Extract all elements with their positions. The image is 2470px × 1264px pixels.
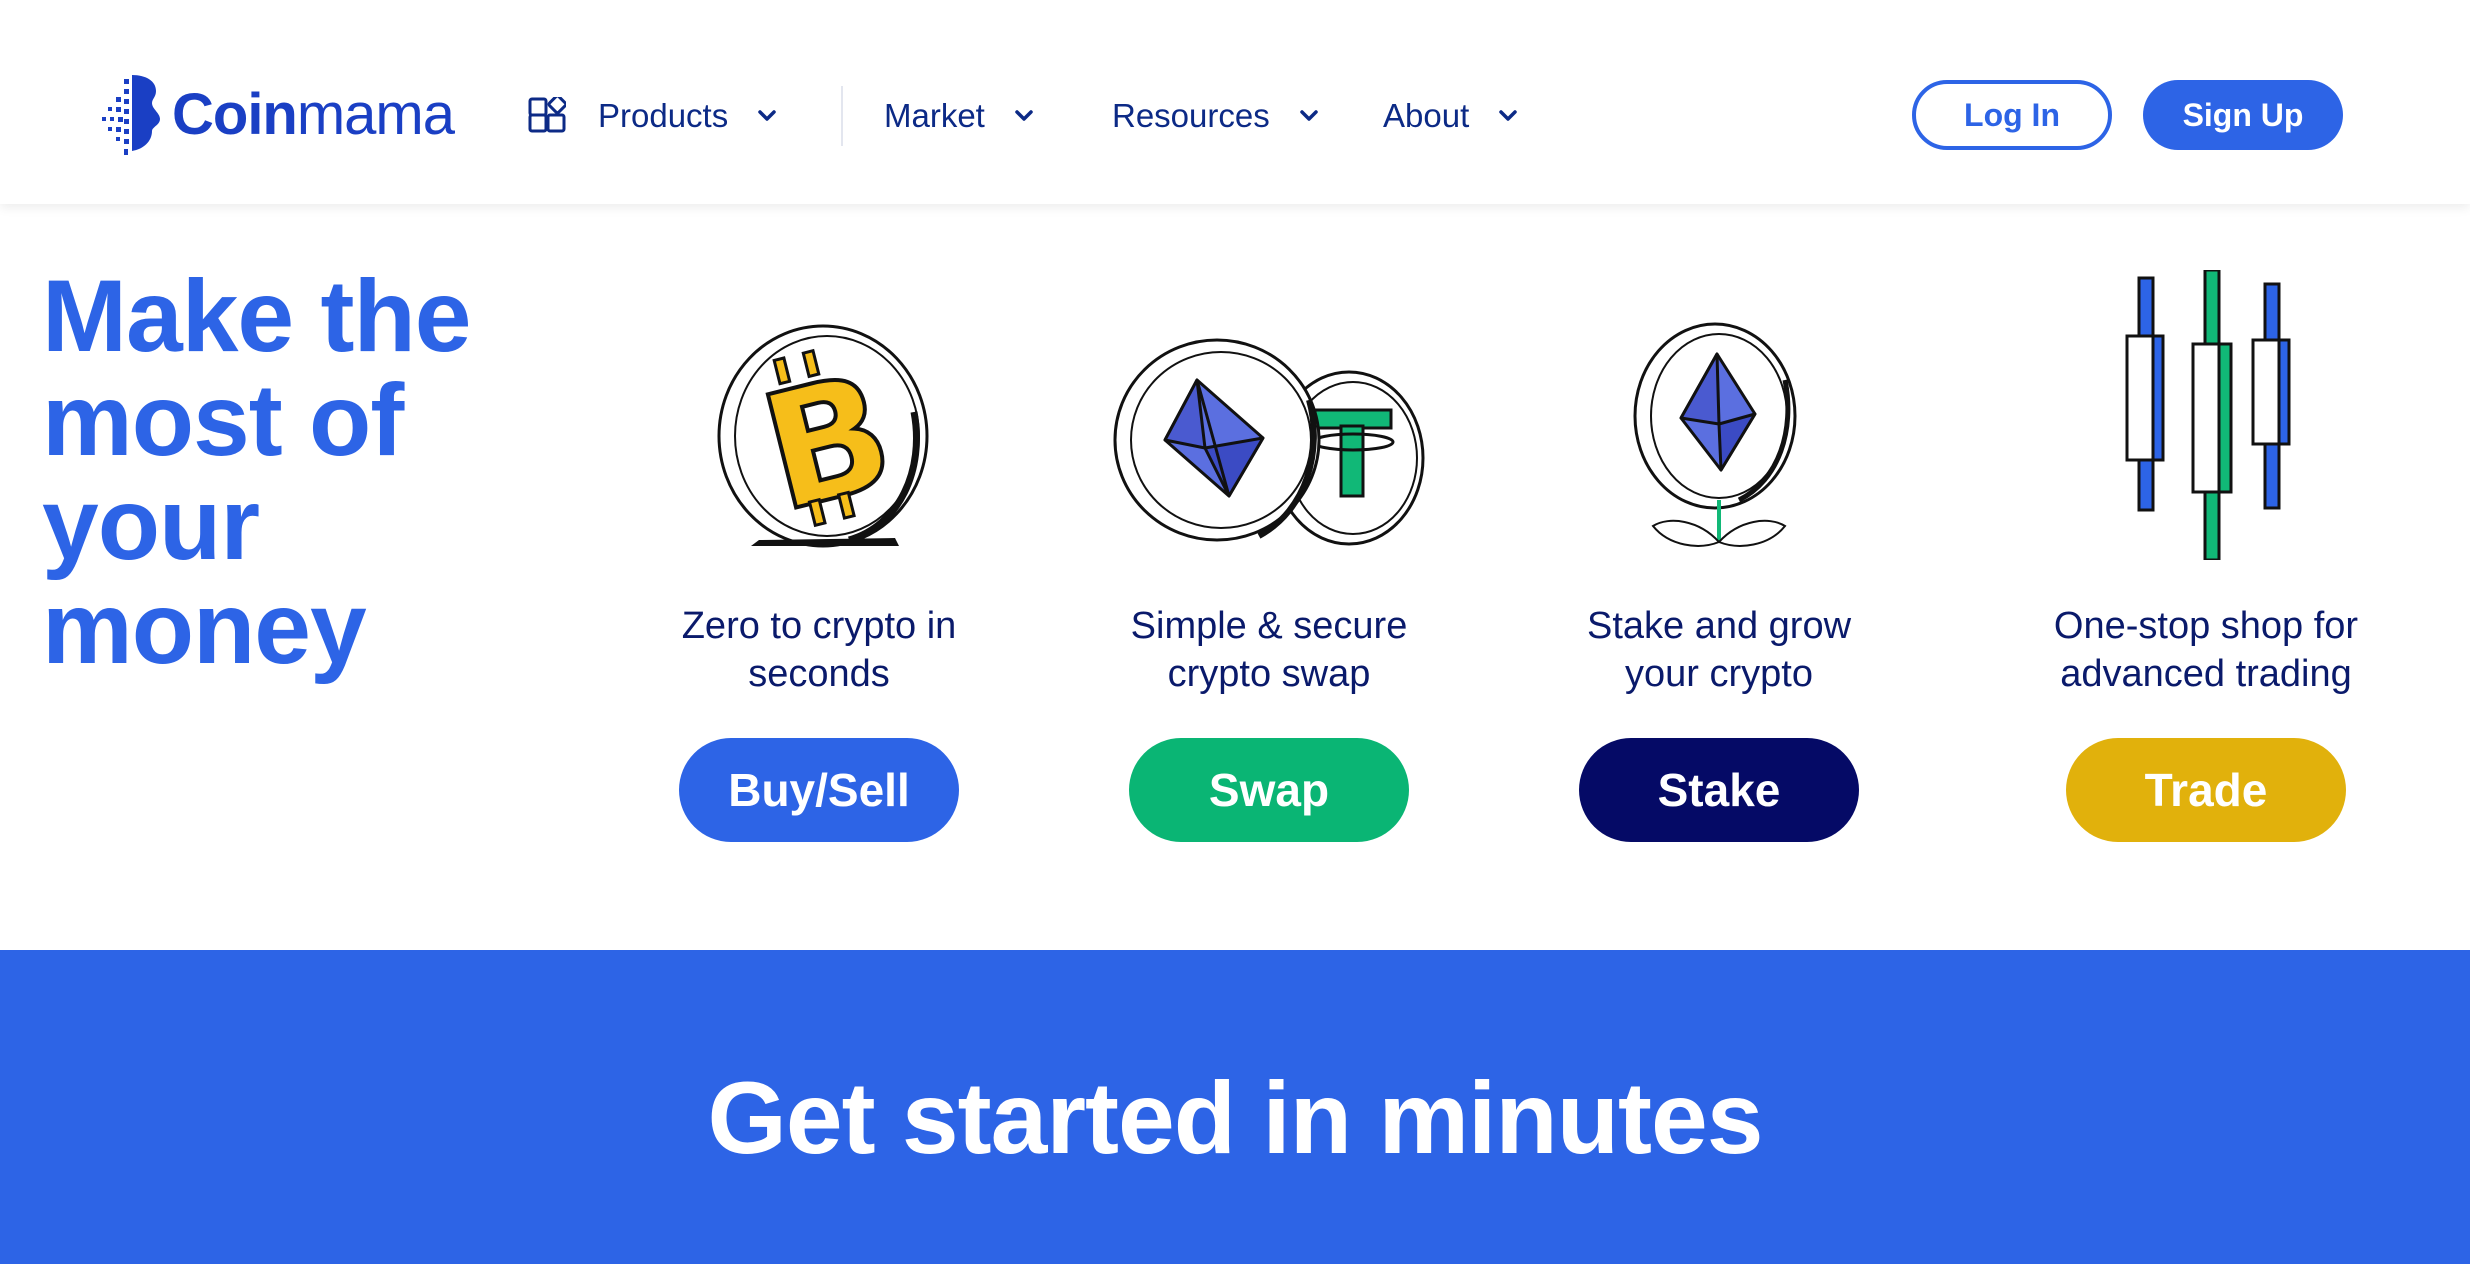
product-card-buy-sell: B Zero to crypto in seconds Buy/Sell [589, 300, 1049, 842]
ethereum-tether-coins-icon [1039, 300, 1499, 560]
hero-title: Make the most of your money [42, 259, 472, 685]
nav-market[interactable]: Market [884, 88, 1037, 144]
nav-resources-label: Resources [1112, 97, 1270, 134]
chevron-down-icon [1499, 110, 1517, 121]
nav-products[interactable]: Products [528, 88, 780, 144]
coinmama-logo-icon [102, 75, 160, 155]
nav-resources[interactable]: Resources [1112, 88, 1322, 144]
nav-about[interactable]: About [1383, 88, 1521, 144]
login-button[interactable]: Log In [1912, 80, 2112, 150]
card-description: Simple & secure crypto swap [1130, 605, 1408, 695]
card-description: Stake and grow your crypto [1586, 605, 1852, 695]
card-description: One-stop shop for advanced trading [2053, 605, 2359, 695]
nav-products-label: Products [598, 97, 729, 134]
stake-button[interactable]: Stake [1579, 738, 1859, 842]
trade-button[interactable]: Trade [2066, 738, 2346, 842]
swap-button[interactable]: Swap [1129, 738, 1409, 842]
chevron-down-icon [1299, 110, 1318, 121]
coinmama-logo[interactable]: Coinmama [98, 66, 455, 162]
product-card-trade: One-stop shop for advanced trading Trade [1976, 270, 2436, 842]
candlestick-chart-icon [1976, 270, 2436, 560]
nav-about-label: About [1383, 97, 1470, 134]
product-card-stake: Stake and grow your crypto Stake [1489, 300, 1949, 842]
get-started-banner: Get started in minutes [0, 950, 2470, 1264]
chevron-down-icon [1015, 110, 1033, 121]
site-header: Coinmama Products Market Resources About… [0, 0, 2470, 204]
nav-divider [841, 86, 843, 146]
product-card-swap: Simple & secure crypto swap Swap [1039, 300, 1499, 842]
ethereum-plant-icon [1489, 300, 1949, 560]
card-description: Zero to crypto in seconds [681, 605, 957, 695]
signup-button[interactable]: Sign Up [2143, 80, 2343, 150]
banner-title: Get started in minutes [707, 1061, 1764, 1175]
coinmama-wordmark: Coinmama [172, 81, 455, 147]
nav-market-label: Market [884, 97, 985, 134]
chevron-down-icon [758, 110, 776, 121]
products-grid-icon [528, 97, 566, 133]
buy-sell-button[interactable]: Buy/Sell [679, 738, 959, 842]
bitcoin-coin-icon: B [589, 300, 1049, 560]
